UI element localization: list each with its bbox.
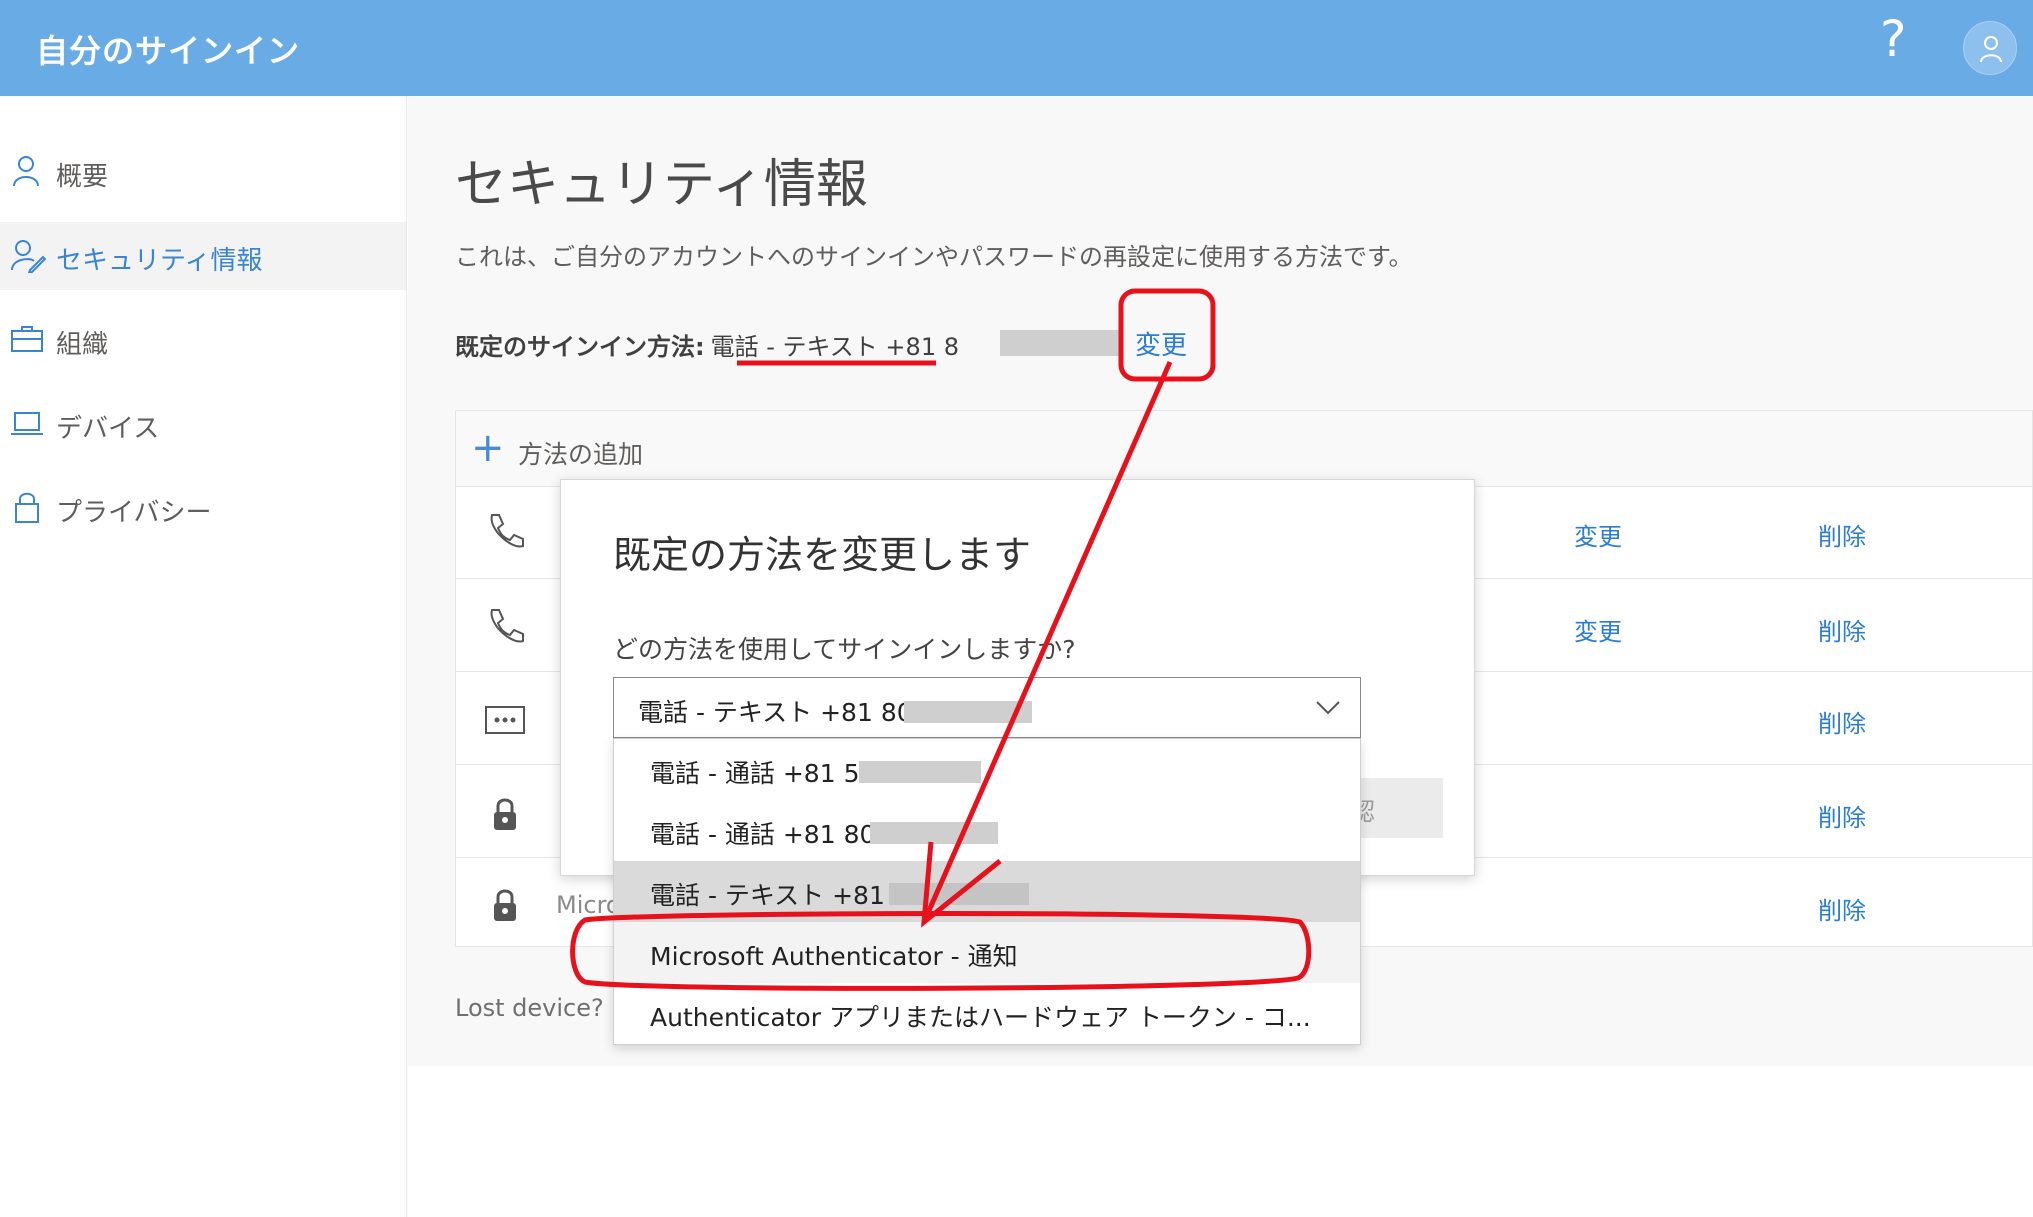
option-label: 電話 - テキスト +81 (650, 881, 885, 910)
sidebar-item-label: プライバシー (56, 498, 212, 528)
option-label: 電話 - 通話 +81 80 (650, 820, 876, 849)
page-description: これは、ご自分のアカウントへのサインインやパスワードの再設定に使用する方法です。 (455, 243, 1413, 271)
sidebar-item-label: 組織 (56, 330, 109, 360)
phone-icon (490, 514, 524, 548)
person-icon (13, 156, 39, 187)
lost-device-line: Lost device? S (455, 994, 627, 1022)
redacted-phone-number (889, 883, 1029, 905)
sidebar-item-security-info[interactable]: セキュリティ情報 (0, 222, 406, 290)
default-method-value: 電話 - テキスト +81 8 (710, 333, 959, 361)
security-info-icon (11, 240, 46, 273)
redacted-phone-number (1000, 330, 1120, 356)
avatar[interactable] (1963, 21, 2017, 75)
sidebar: 概要 セキュリティ情報 組織 デバイス プライバシー (0, 96, 407, 1217)
password-icon (485, 706, 525, 734)
chevron-down-icon (1316, 701, 1340, 715)
method-delete-link[interactable]: 削除 (1818, 798, 1866, 833)
add-method-label: 方法の追加 (518, 440, 644, 469)
help-icon[interactable]: ? (1880, 14, 1907, 64)
dropdown-option[interactable]: 電話 - 通話 +81 80 (614, 800, 1360, 861)
dialog-question: どの方法を使用してサインインしますか? (613, 635, 1076, 664)
laptop-icon (11, 412, 43, 435)
redacted-phone-number (904, 701, 1032, 723)
option-label: Authenticator アプリまたはハードウェア トークン - コ... (650, 1003, 1311, 1032)
sidebar-item-privacy[interactable]: プライバシー (0, 474, 406, 542)
authenticator-icon (494, 889, 516, 921)
app-title: 自分のサインイン (36, 32, 301, 70)
add-method-button[interactable]: + 方法の追加 (456, 411, 2032, 487)
sidebar-item-label: セキュリティ情報 (56, 246, 263, 276)
user-icon (1980, 36, 2002, 63)
phone-icon (490, 609, 524, 643)
method-delete-link[interactable]: 削除 (1818, 704, 1866, 739)
method-delete-link[interactable]: 削除 (1818, 612, 1866, 647)
sidebar-item-overview[interactable]: 概要 (0, 138, 406, 206)
method-delete-link[interactable]: 削除 (1818, 517, 1866, 552)
plus-icon: + (471, 425, 505, 471)
option-label: 電話 - 通話 +81 5 (650, 759, 860, 788)
redacted-phone-number (859, 761, 981, 783)
dialog-title: 既定の方法を変更します (613, 533, 1032, 577)
sidebar-item-label: デバイス (56, 414, 160, 444)
method-edit-link[interactable]: 変更 (1574, 517, 1622, 552)
redacted-phone-number (870, 822, 998, 844)
lost-device-text: Lost device? (455, 994, 604, 1022)
sidebar-item-organization[interactable]: 組織 (0, 306, 406, 374)
option-label: Microsoft Authenticator - 通知 (650, 942, 1018, 971)
authenticator-icon (494, 798, 516, 830)
sidebar-item-devices[interactable]: デバイス (0, 390, 406, 458)
method-select[interactable]: 電話 - テキスト +81 80 (613, 677, 1361, 738)
dropdown-option[interactable]: 電話 - 通話 +81 5 (614, 739, 1360, 800)
change-default-link[interactable]: 変更 (1135, 325, 1187, 362)
dropdown-option[interactable]: 電話 - テキスト +81 (614, 861, 1360, 922)
default-method-line: 既定のサインイン方法: 電話 - テキスト +81 8 (455, 327, 959, 362)
briefcase-icon (11, 326, 43, 352)
lock-icon (15, 492, 39, 523)
method-delete-link[interactable]: 削除 (1818, 891, 1866, 926)
dropdown-option[interactable]: Microsoft Authenticator - 通知 (614, 922, 1360, 983)
method-edit-link[interactable]: 変更 (1574, 612, 1622, 647)
method-select-value: 電話 - テキスト +81 80 (638, 698, 913, 727)
sidebar-item-label: 概要 (56, 162, 109, 192)
page-title: セキュリティ情報 (455, 155, 868, 215)
default-method-label: 既定のサインイン方法: (455, 333, 705, 361)
dropdown-option[interactable]: Authenticator アプリまたはハードウェア トークン - コ... (614, 983, 1360, 1044)
top-bar: 自分のサインイン ? (0, 0, 2033, 96)
method-dropdown-list: 電話 - 通話 +81 5 電話 - 通話 +81 80 電話 - テキスト +… (613, 738, 1361, 1045)
method-name: Micro (556, 891, 621, 919)
